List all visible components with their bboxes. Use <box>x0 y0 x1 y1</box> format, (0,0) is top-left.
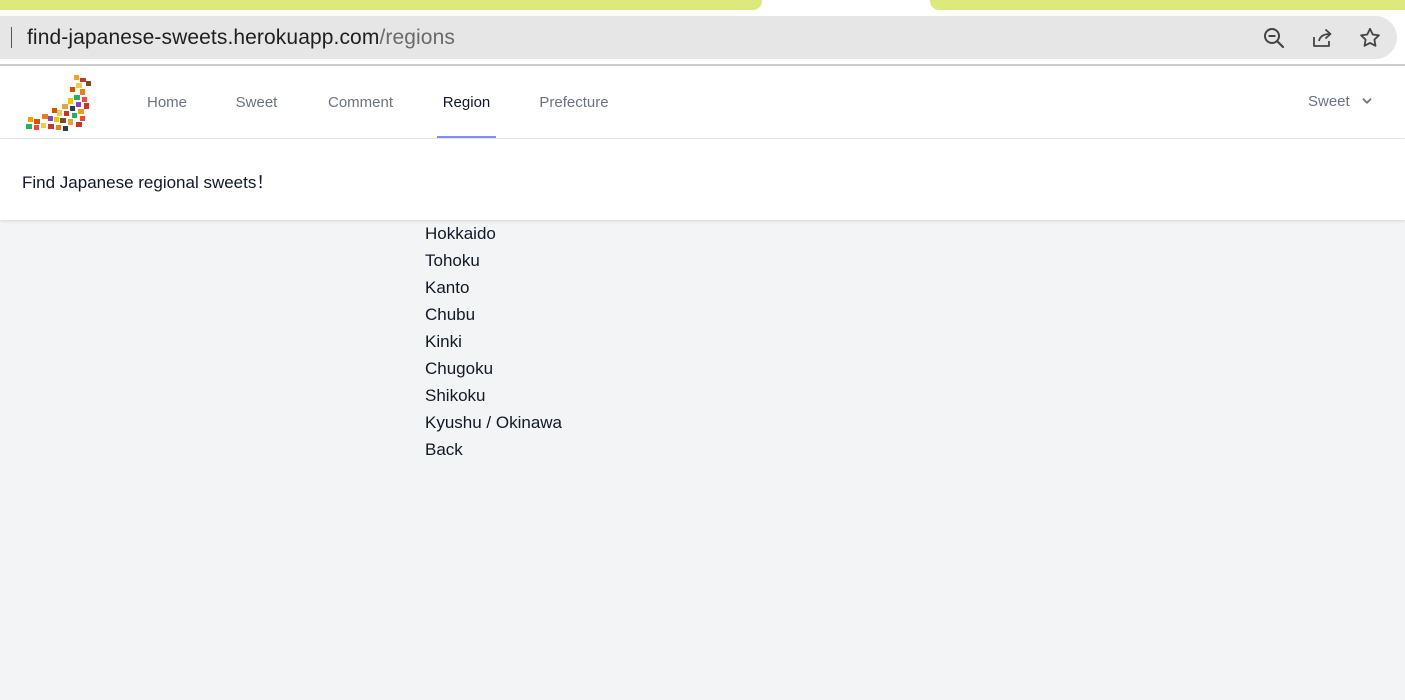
zoom-out-icon[interactable] <box>1262 26 1286 50</box>
region-list: Hokkaido Tohoku Kanto Chubu Kinki Chugok… <box>425 220 562 463</box>
region-link-shikoku[interactable]: Shikoku <box>425 382 562 409</box>
address-bar-divider <box>11 27 12 48</box>
user-menu-dropdown[interactable]: Sweet <box>1308 66 1372 138</box>
address-bar[interactable]: find-japanese-sweets.herokuapp.com/regio… <box>0 16 1397 59</box>
chevron-down-icon <box>1362 98 1372 104</box>
nav-link-home[interactable]: Home <box>145 66 189 138</box>
region-link-kinki[interactable]: Kinki <box>425 328 562 355</box>
nav-link-sweet[interactable]: Sweet <box>234 66 279 138</box>
page-header: Find Japanese regional sweets！ <box>0 139 1405 220</box>
browser-tab[interactable] <box>0 0 762 10</box>
star-icon[interactable] <box>1358 26 1382 50</box>
region-link-hokkaido[interactable]: Hokkaido <box>425 220 562 247</box>
nav-link-region[interactable]: Region <box>437 66 496 138</box>
share-icon[interactable] <box>1310 26 1334 50</box>
url-host: find-japanese-sweets.herokuapp.com <box>27 26 380 49</box>
nav-link-comment[interactable]: Comment <box>324 66 397 138</box>
browser-tab-strip <box>0 0 1405 10</box>
url-text[interactable]: find-japanese-sweets.herokuapp.com/regio… <box>27 25 455 51</box>
page-title: Find Japanese regional sweets！ <box>22 173 274 192</box>
region-link-chugoku[interactable]: Chugoku <box>425 355 562 382</box>
main-navbar: Home Sweet Comment Region Prefecture Swe… <box>0 66 1405 139</box>
browser-toolbar: find-japanese-sweets.herokuapp.com/regio… <box>0 10 1405 65</box>
region-link-kanto[interactable]: Kanto <box>425 274 562 301</box>
japan-sweets-map-logo-icon[interactable] <box>24 73 94 133</box>
url-path: /regions <box>379 26 455 49</box>
nav-link-prefecture[interactable]: Prefecture <box>536 66 612 138</box>
browser-tab[interactable] <box>930 0 1405 10</box>
back-link[interactable]: Back <box>425 436 562 463</box>
region-link-kyushu-okinawa[interactable]: Kyushu / Okinawa <box>425 409 562 436</box>
region-link-tohoku[interactable]: Tohoku <box>425 247 562 274</box>
user-menu-label: Sweet <box>1308 93 1350 110</box>
region-link-chubu[interactable]: Chubu <box>425 301 562 328</box>
